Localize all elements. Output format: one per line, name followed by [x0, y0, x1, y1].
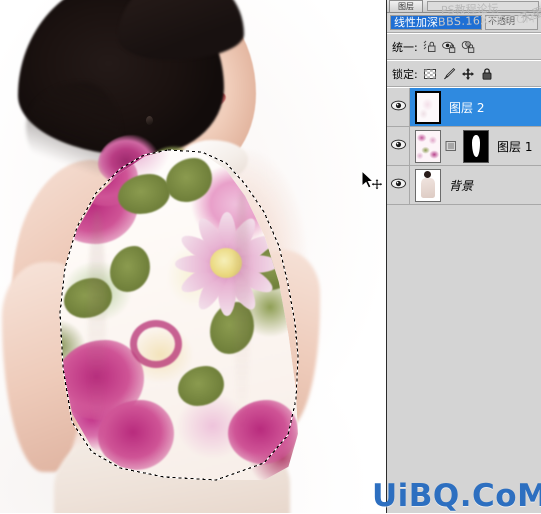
- layer-thumbnail[interactable]: [415, 129, 441, 163]
- lock-all-icon[interactable]: [480, 67, 494, 81]
- dress-fold-2: [234, 190, 250, 430]
- layer-row[interactable]: 图层 2: [387, 88, 541, 127]
- layers-panel[interactable]: 图层 线性加深 不透明度:100% 统一:: [386, 0, 541, 513]
- photo-content: [0, 0, 386, 513]
- pale-floral-thumbnail: [417, 92, 439, 122]
- layer-list-empty-area[interactable]: [387, 205, 541, 512]
- dress-small-flower-ring: [130, 320, 182, 368]
- layer-mask-thumbnail[interactable]: [463, 129, 489, 163]
- unify-label: 统一:: [392, 40, 418, 54]
- layer-row[interactable]: 图层 1: [387, 127, 541, 166]
- model-hair-fringe: [118, 0, 244, 60]
- dress-fold-1: [88, 210, 106, 430]
- white-garment-mask-thumbnail: [472, 134, 480, 157]
- layer-name[interactable]: 背景: [449, 177, 473, 194]
- lock-row[interactable]: 锁定:: [387, 61, 541, 86]
- eye-visibility-icon[interactable]: [390, 139, 406, 153]
- layer-visibility-toggle[interactable]: [387, 88, 410, 126]
- unify-row[interactable]: 统一:: [387, 34, 541, 59]
- layer-link-icon[interactable]: [445, 140, 457, 152]
- layer-visibility-toggle[interactable]: [387, 166, 410, 204]
- watermark-glow-area: [0, 483, 372, 513]
- layer-thumbnail[interactable]: [415, 168, 441, 202]
- layer-list[interactable]: 图层 2 图层 1 背景: [387, 88, 541, 205]
- lock-label: 锁定:: [392, 67, 418, 81]
- portrait-thumbnail: [416, 169, 440, 201]
- eye-visibility-icon[interactable]: [390, 100, 406, 114]
- tab-layers[interactable]: 图层: [389, 0, 423, 12]
- unify-appearance-icon[interactable]: [461, 40, 475, 54]
- unify-visibility-icon[interactable]: [441, 40, 456, 54]
- eye-visibility-icon[interactable]: [390, 178, 406, 192]
- layer-row[interactable]: 背景: [387, 166, 541, 205]
- layer-thumbnail[interactable]: [415, 90, 441, 124]
- unify-position-icon[interactable]: [423, 40, 437, 54]
- lock-image-icon[interactable]: [442, 67, 456, 81]
- lock-position-icon[interactable]: [461, 67, 475, 81]
- image-canvas[interactable]: [0, 0, 386, 513]
- layer-name[interactable]: 图层 2: [449, 99, 484, 116]
- model-earring: [146, 116, 153, 125]
- floral-pattern-thumbnail: [416, 130, 440, 162]
- portrait-thumbnail-body: [421, 177, 435, 198]
- lock-transparency-icon[interactable]: [423, 67, 437, 81]
- layer-name[interactable]: 图层 1: [497, 138, 532, 155]
- move-tool-cursor: [360, 169, 384, 194]
- watermark-site-logo: UiBQ.CoM: [372, 478, 541, 514]
- layer-visibility-toggle[interactable]: [387, 127, 410, 165]
